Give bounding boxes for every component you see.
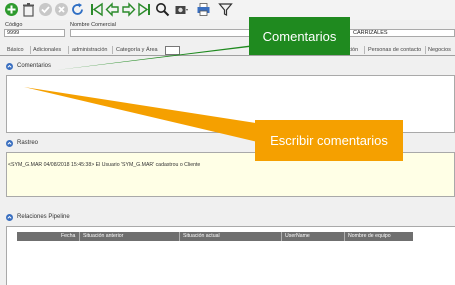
- tab-adicionales[interactable]: Adicionales: [33, 45, 61, 56]
- tab-divider: [364, 46, 365, 54]
- tracking-log-entry: <SYM_G.MAR 04/08/2018 15:45:38> El Usuar…: [8, 162, 201, 168]
- filter-icon[interactable]: [218, 2, 233, 17]
- tab-divider: [112, 46, 113, 54]
- pipeline-grid-header: Fecha Situación anterior Situación actua…: [17, 232, 413, 241]
- tab-administracion[interactable]: administración: [72, 45, 107, 56]
- last-record-icon[interactable]: [137, 2, 152, 17]
- code-field[interactable]: 9999: [4, 29, 65, 37]
- cancel-icon[interactable]: [54, 2, 69, 17]
- tab-bar: Básico Adicionales administración Catego…: [0, 44, 455, 56]
- collapse-chevron-icon[interactable]: [6, 214, 13, 221]
- tab-personas-contacto[interactable]: Personas de contacto: [368, 45, 421, 56]
- tab-categoria-area[interactable]: Categoría y Área: [116, 45, 158, 56]
- trade-name-label: Nombre Comercial: [70, 22, 116, 28]
- add-icon[interactable]: [4, 2, 19, 17]
- collapse-chevron-icon[interactable]: [6, 63, 13, 70]
- column-header-fecha[interactable]: Fecha: [61, 232, 75, 241]
- pipeline-section-title: Relaciones Pipeline: [17, 214, 70, 220]
- delete-icon[interactable]: [21, 2, 36, 17]
- print-icon[interactable]: [196, 2, 211, 17]
- comments-section-title: Comentarios: [17, 63, 52, 69]
- tab-negocios[interactable]: Negocios: [428, 45, 451, 56]
- write-comments-callout: Escribir comentarios: [255, 120, 403, 161]
- camera-icon[interactable]: [174, 2, 189, 17]
- tab-divider: [30, 46, 31, 54]
- column-header-situacion-actual[interactable]: Situación actual: [183, 232, 220, 241]
- search-icon[interactable]: [155, 2, 170, 17]
- collapse-chevron-icon[interactable]: [6, 140, 13, 147]
- first-record-icon[interactable]: [89, 2, 104, 17]
- column-header-username[interactable]: UserName: [285, 232, 310, 241]
- column-divider[interactable]: [281, 232, 282, 241]
- column-header-situacion-anterior[interactable]: Situación anterior: [83, 232, 123, 241]
- next-record-icon[interactable]: [121, 2, 136, 17]
- column-header-nombre-equipo[interactable]: Nombre de equipo: [348, 232, 391, 241]
- column-divider[interactable]: [344, 232, 345, 241]
- tab-divider: [425, 46, 426, 54]
- confirm-icon[interactable]: [38, 2, 53, 17]
- tab-divider: [68, 46, 69, 54]
- comments-callout: Comentarios: [249, 17, 350, 55]
- tab-basico[interactable]: Básico: [7, 45, 24, 56]
- code-label: Código: [5, 22, 23, 28]
- comments-section-header[interactable]: Comentarios: [0, 62, 455, 71]
- column-divider[interactable]: [79, 232, 80, 241]
- previous-record-icon[interactable]: [105, 2, 120, 17]
- refresh-icon[interactable]: [70, 2, 85, 17]
- pipeline-section-header[interactable]: Relaciones Pipeline: [0, 213, 455, 222]
- tracking-section-title: Rastreo: [17, 140, 39, 146]
- tab-active[interactable]: [165, 46, 180, 55]
- toolbar: [0, 0, 455, 20]
- column-divider[interactable]: [179, 232, 180, 241]
